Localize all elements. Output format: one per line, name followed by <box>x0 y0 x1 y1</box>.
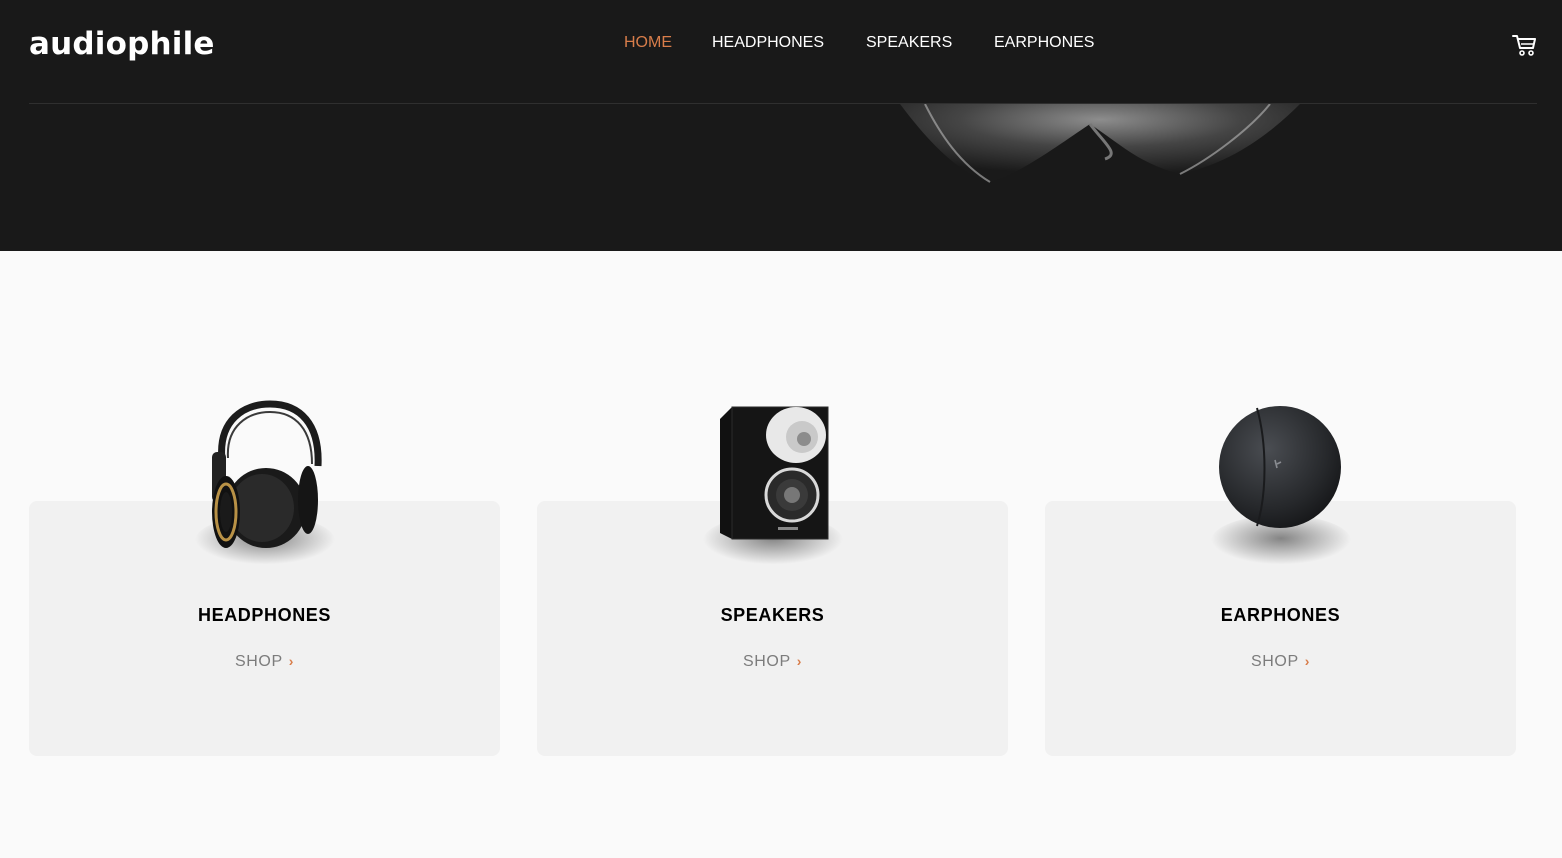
nav-home[interactable]: HOME <box>624 34 672 52</box>
nav-headphones[interactable]: HEADPHONES <box>712 34 824 52</box>
cart-icon[interactable] <box>1512 33 1538 57</box>
nav-earphones[interactable]: EARPHONES <box>994 34 1094 52</box>
speaker-image <box>720 406 829 540</box>
shop-link-headphones[interactable]: SHOP › <box>29 653 500 671</box>
shop-label: SHOP <box>742 653 791 670</box>
category-title: HEADPHONES <box>197 605 332 625</box>
chevron-right-icon: › <box>796 653 802 669</box>
chevron-right-icon: › <box>288 653 294 669</box>
shop-label: SHOP <box>234 653 283 670</box>
hero-headphones-image <box>900 104 1300 183</box>
shop-link-speakers[interactable]: SHOP › <box>537 653 1008 671</box>
main-nav: HOME HEADPHONES SPEAKERS EARPHONES <box>0 34 1562 54</box>
shop-link-earphones[interactable]: SHOP › <box>1045 653 1516 671</box>
headphones-image <box>212 400 322 548</box>
shop-label: SHOP <box>1250 653 1299 670</box>
earphones-case-image <box>1219 406 1341 528</box>
category-title: EARPHONES <box>1220 605 1341 625</box>
site-header: audiophile HOME HEADPHONES SPEAKERS EARP… <box>0 0 1562 251</box>
chevron-right-icon: › <box>1304 653 1310 669</box>
nav-speakers[interactable]: SPEAKERS <box>866 34 952 52</box>
category-title: SPEAKERS <box>720 605 825 625</box>
category-card-earphones: EARPHONES SHOP › <box>1045 501 1516 756</box>
